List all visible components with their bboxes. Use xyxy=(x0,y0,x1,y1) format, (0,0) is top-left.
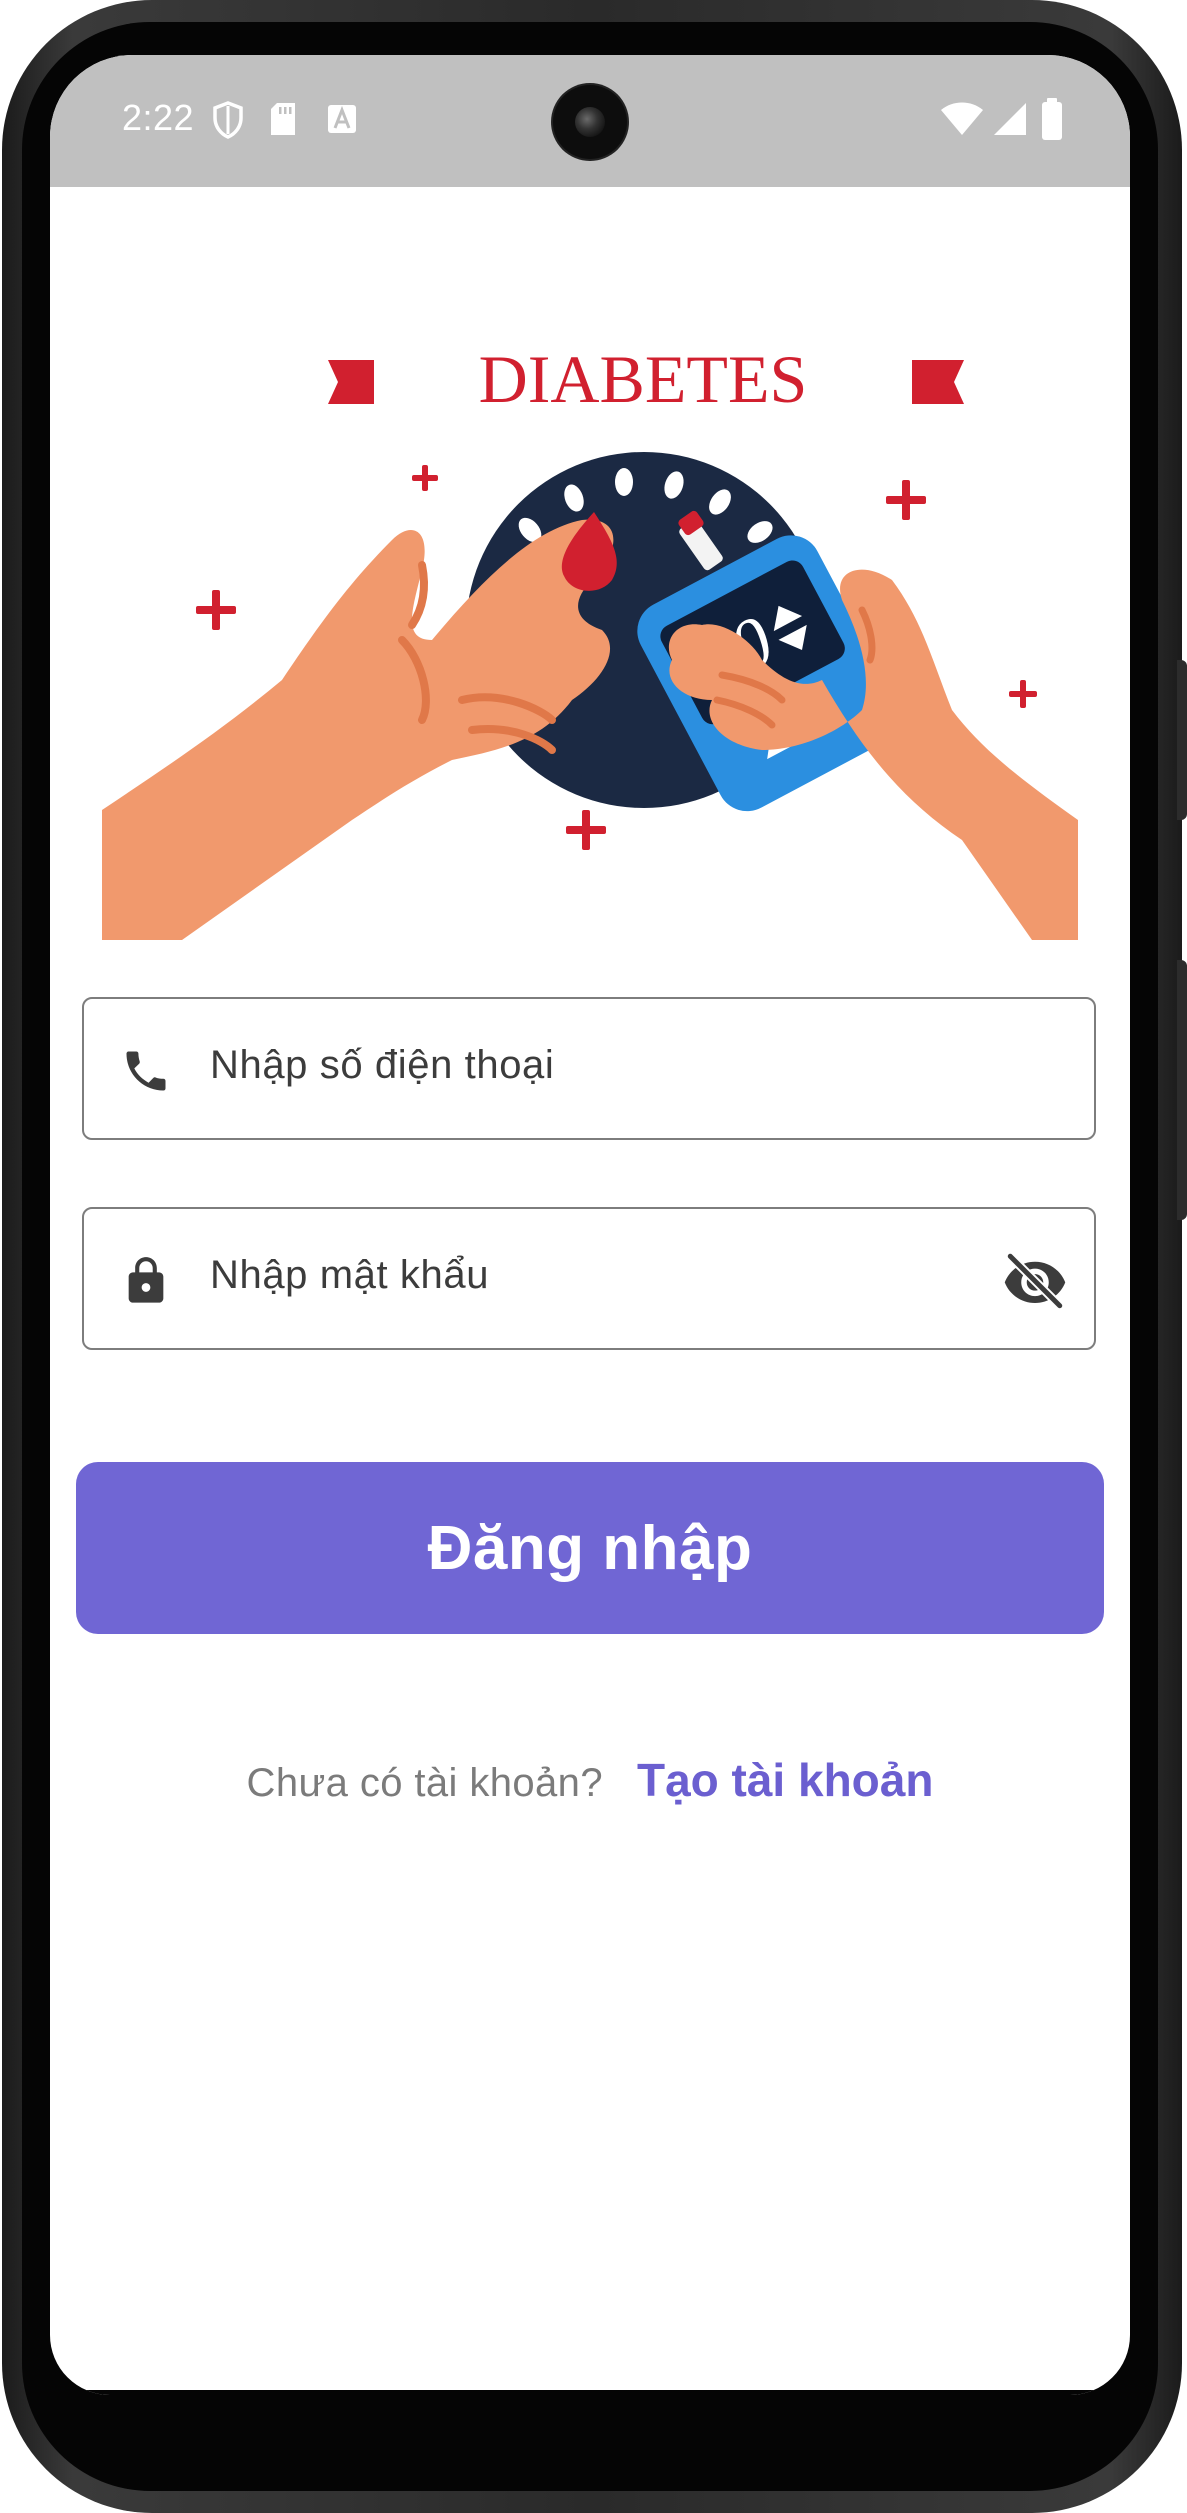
status-time: 2:22 xyxy=(122,97,195,138)
signup-question: Chưa có tài khoản? xyxy=(246,1761,603,1805)
device-root: 2:22 DIABETES Nhập số điện thoại Nhập mậ… xyxy=(0,0,1187,2513)
signup-prompt: Chưa có tài khoản? Tạo tài khoản xyxy=(50,1753,1130,1807)
front-camera xyxy=(553,85,627,159)
side-button-power xyxy=(1177,660,1187,820)
login-button[interactable]: Đăng nhập xyxy=(76,1462,1104,1634)
text-a-icon xyxy=(328,105,356,133)
create-account-link[interactable]: Tạo tài khoản xyxy=(637,1753,933,1807)
password-field[interactable]: Nhập mật khẩu xyxy=(82,1207,1096,1350)
shield-icon xyxy=(213,101,243,139)
side-button-volume xyxy=(1177,960,1187,1220)
app-screen: 2:22 DIABETES Nhập số điện thoại Nhập mậ… xyxy=(50,55,1130,2395)
glucose-meter-illustration: DIABETES xyxy=(102,341,1078,940)
system-nav-bar xyxy=(50,2390,1130,2395)
lock-icon xyxy=(128,1257,164,1303)
phone-field-placeholder: Nhập số điện thoại xyxy=(210,1043,555,1087)
phone-icon xyxy=(126,1051,166,1091)
sd-card-icon xyxy=(271,103,295,135)
eye-off-icon[interactable] xyxy=(1002,1253,1068,1309)
password-field-placeholder: Nhập mật khẩu xyxy=(210,1253,490,1297)
banner-text: DIABETES xyxy=(479,341,808,417)
battery-icon xyxy=(1042,98,1062,140)
phone-field[interactable]: Nhập số điện thoại xyxy=(82,997,1096,1140)
signal-icon xyxy=(994,103,1026,135)
wifi-icon xyxy=(941,102,983,135)
